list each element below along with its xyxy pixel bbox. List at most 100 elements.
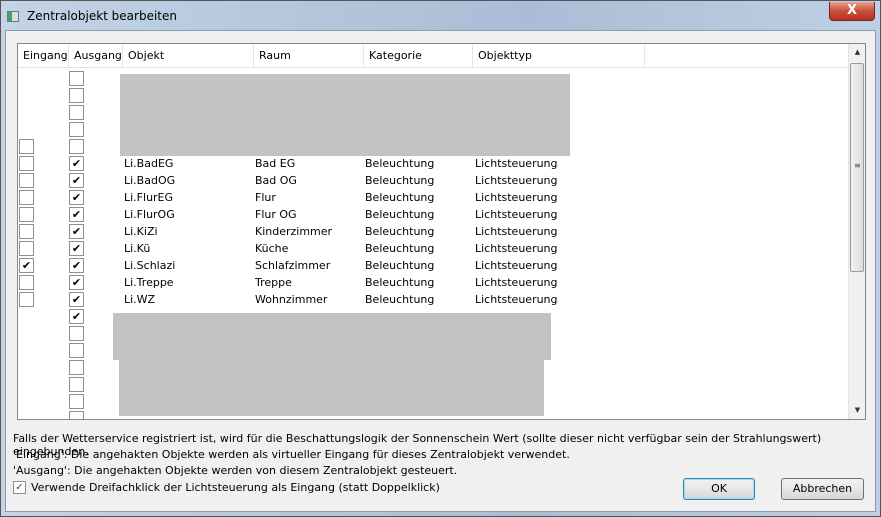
cell-kategorie: Beleuchtung [365,157,435,170]
cell-objekttyp: Lichtsteuerung [475,157,558,170]
app-icon [7,11,19,22]
column-header-objekttyp[interactable]: Objekttyp [473,44,645,68]
cell-objekttyp: Lichtsteuerung [475,191,558,204]
ausgang-checkbox[interactable]: ✔ [69,190,84,205]
ausgang-checkbox[interactable] [69,71,84,86]
grid-header: Eingang Ausgang Objekt Raum Kategorie Ob… [18,44,848,68]
table-row[interactable]: ✔ Li.BadEG Bad EG Beleuchtung Lichtsteuerung [18,155,848,172]
redacted-area [113,313,551,360]
vertical-scrollbar[interactable]: ▲ ≡ ▼ [848,44,865,419]
column-header-objekt[interactable]: Objekt [123,44,254,68]
ausgang-checkbox[interactable]: ✔ [69,258,84,273]
redacted-area [119,359,544,416]
cell-kategorie: Beleuchtung [365,225,435,238]
eingang-checkbox[interactable] [19,156,34,171]
eingang-checkbox[interactable] [19,139,34,154]
table-row[interactable]: ✔ Li.Kü Küche Beleuchtung Lichtsteuerung [18,240,848,257]
eingang-checkbox[interactable] [19,224,34,239]
ausgang-checkbox[interactable] [69,88,84,103]
cell-kategorie: Beleuchtung [365,276,435,289]
cell-objekttyp: Lichtsteuerung [475,225,558,238]
column-header-kategorie[interactable]: Kategorie [364,44,473,68]
triple-click-checkbox[interactable]: ✓ [13,481,26,494]
scrollbar-thumb[interactable]: ≡ [850,63,864,272]
cell-objekt: Li.KiZi [124,225,158,238]
table-row[interactable]: ✔ Li.FlurEG Flur Beleuchtung Lichtsteuerung [18,189,848,206]
table-row[interactable]: ✔ Li.Treppe Treppe Beleuchtung Lichtsteuerun… [18,274,848,291]
eingang-checkbox[interactable] [19,207,34,222]
cell-raum: Schlafzimmer [255,259,331,272]
table-row[interactable]: ✔ ✔ Li.Schlazi Schlafzimmer Beleuchtung Licht… [18,257,848,274]
triple-click-label[interactable]: Verwende Dreifachklick der Lichtsteuerun… [31,481,440,494]
cell-objekt: Li.BadOG [124,174,176,187]
ok-button[interactable]: OK [683,478,755,500]
redacted-area [120,74,570,156]
close-button[interactable]: X [829,2,875,21]
ausgang-checkbox[interactable]: ✔ [69,241,84,256]
window-title: Zentralobjekt bearbeiten [27,9,177,23]
ausgang-checkbox[interactable] [69,377,84,392]
cell-kategorie: Beleuchtung [365,191,435,204]
ausgang-checkbox[interactable]: ✔ [69,309,84,324]
grip-icon: ≡ [854,161,861,170]
scroll-down-arrow-icon[interactable]: ▼ [849,402,865,419]
eingang-checkbox[interactable] [19,275,34,290]
cell-raum: Flur OG [255,208,297,221]
cell-objekttyp: Lichtsteuerung [475,276,558,289]
cell-raum: Küche [255,242,289,255]
eingang-checkbox[interactable] [19,173,34,188]
ausgang-checkbox[interactable] [69,343,84,358]
cell-objekt: Li.Schlazi [124,259,176,272]
cell-kategorie: Beleuchtung [365,259,435,272]
ausgang-checkbox[interactable] [69,394,84,409]
ausgang-checkbox[interactable] [69,360,84,375]
ausgang-checkbox[interactable]: ✔ [69,156,84,171]
cell-kategorie: Beleuchtung [365,242,435,255]
column-header-ausgang[interactable]: Ausgang [69,44,123,68]
cell-objekttyp: Lichtsteuerung [475,259,558,272]
objects-grid: Eingang Ausgang Objekt Raum Kategorie Ob… [17,43,866,420]
eingang-checkbox[interactable]: ✔ [19,258,34,273]
scroll-up-arrow-icon[interactable]: ▲ [849,44,865,61]
cell-objekt: Li.Kü [124,242,151,255]
table-row[interactable]: ✔ Li.BadOG Bad OG Beleuchtung Lichtsteuerung [18,172,848,189]
ausgang-checkbox[interactable]: ✔ [69,224,84,239]
cell-raum: Bad EG [255,157,296,170]
eingang-checkbox[interactable] [19,292,34,307]
ausgang-checkbox[interactable] [69,326,84,341]
cell-raum: Treppe [255,276,292,289]
ausgang-checkbox[interactable] [69,105,84,120]
cell-objekt: Li.WZ [124,293,156,306]
eingang-checkbox[interactable] [19,241,34,256]
cell-objekt: Li.FlurEG [124,191,174,204]
cell-objekttyp: Lichtsteuerung [475,208,558,221]
cell-objekt: Li.BadEG [124,157,174,170]
ausgang-checkbox[interactable]: ✔ [69,173,84,188]
table-row[interactable]: ✔ Li.FlurOG Flur OG Beleuchtung Lichtsteueru… [18,206,848,223]
cell-objekt: Li.FlurOG [124,208,175,221]
ausgang-checkbox[interactable] [69,411,84,419]
cancel-button[interactable]: Abbrechen [781,478,864,500]
column-header-raum[interactable]: Raum [254,44,364,68]
cell-kategorie: Beleuchtung [365,208,435,221]
ausgang-checkbox[interactable]: ✔ [69,275,84,290]
cell-kategorie: Beleuchtung [365,293,435,306]
ausgang-checkbox[interactable]: ✔ [69,292,84,307]
table-row[interactable]: ✔ Li.KiZi Kinderzimmer Beleuchtung Lichtsteu… [18,223,848,240]
cell-raum: Wohnzimmer [255,293,328,306]
cell-objekttyp: Lichtsteuerung [475,174,558,187]
cell-kategorie: Beleuchtung [365,174,435,187]
column-header-eingang[interactable]: Eingang [18,44,69,68]
cell-raum: Kinderzimmer [255,225,333,238]
ausgang-checkbox[interactable] [69,122,84,137]
cell-raum: Bad OG [255,174,297,187]
cell-objekt: Li.Treppe [124,276,174,289]
cell-objekttyp: Lichtsteuerung [475,293,558,306]
table-row[interactable]: ✔ Li.WZ Wohnzimmer Beleuchtung Lichtsteuerun… [18,291,848,308]
info-note-ausgang: 'Ausgang': Die angehakten Objekte werden… [13,464,458,477]
ausgang-checkbox[interactable]: ✔ [69,207,84,222]
ausgang-checkbox[interactable] [69,139,84,154]
eingang-checkbox[interactable] [19,190,34,205]
cell-raum: Flur [255,191,276,204]
info-note-eingang: 'Eingang': Die angehakten Objekte werden… [13,448,570,461]
